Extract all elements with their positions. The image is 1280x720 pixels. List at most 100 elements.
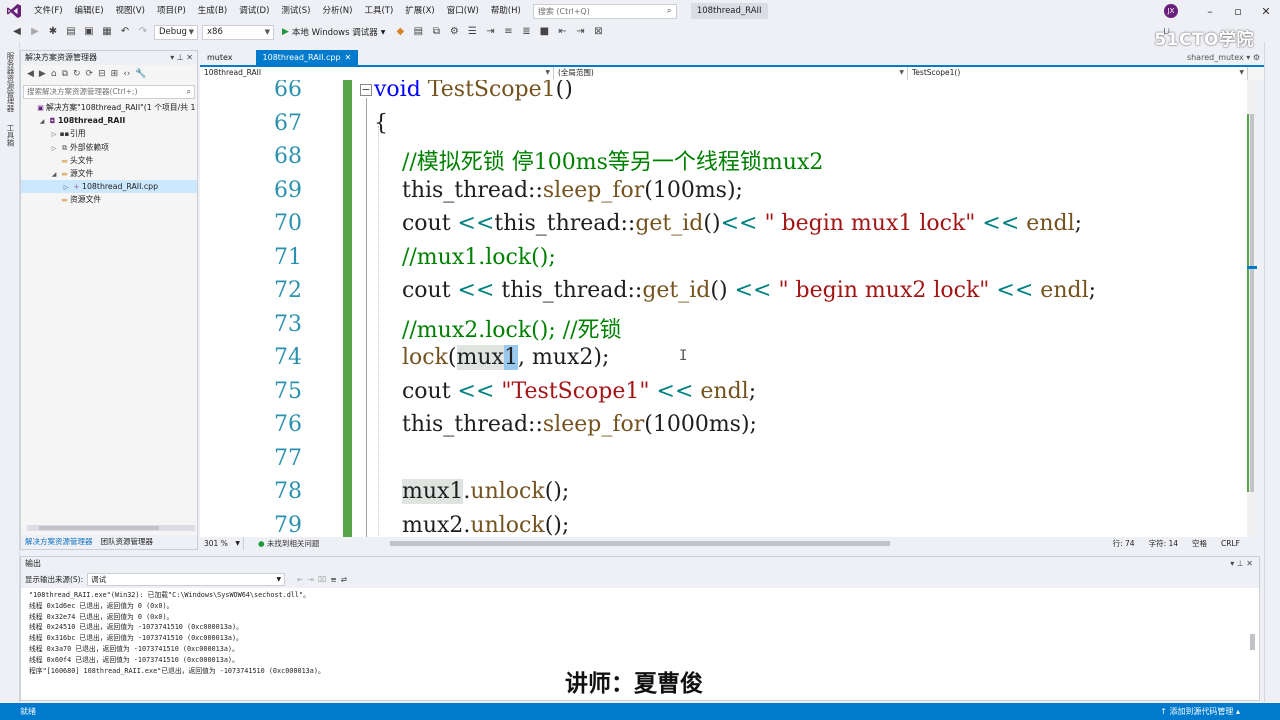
code-line[interactable]: cout << "TestScope1" << endl; [374,379,756,404]
code-line[interactable]: //mux1.lock(); [374,245,556,270]
switch-views-icon[interactable]: ⧉ [62,69,68,79]
minimize-icon[interactable]: – [1196,5,1224,18]
scope-nav-select[interactable]: (全局范围) ▼ [554,67,908,80]
menu-item-8[interactable]: 工具(T) [358,0,399,22]
forward-icon[interactable]: ▶ [39,69,46,79]
tab-shared-mutex[interactable]: shared_mutex [1187,53,1244,62]
menu-item-11[interactable]: 帮助(H) [485,0,527,22]
solution-search-input[interactable]: 搜索解决方案资源管理器(Ctrl+;) ⌕ [23,85,195,99]
menu-item-9[interactable]: 扩展(X) [399,0,440,22]
align-icon[interactable]: ☰ [465,25,479,39]
chevron-down-icon[interactable]: ▾ [1246,53,1250,62]
code-line[interactable]: void TestScope1() [374,80,573,102]
platform-select[interactable]: x86 ▼ [202,24,274,40]
save-all-icon[interactable]: ▦ [100,25,114,39]
expand-arrow-icon[interactable]: ▷ [49,128,59,141]
indent-icon[interactable]: ⇥ [483,25,497,39]
tree-item[interactable]: ▷ ⧉ 外部依赖项 [21,141,197,154]
expand-arrow-icon[interactable]: ◢ [37,115,47,128]
home-icon[interactable]: ⌂ [51,69,57,79]
toggle-wrap-icon[interactable]: ⇌ [341,575,347,584]
code-line[interactable]: cout <<this_thread::get_id()<< " begin m… [374,211,1082,236]
toolbox-tab[interactable]: 工具箱 [5,124,16,147]
glyph-margin[interactable] [200,80,238,537]
code-line[interactable]: this_thread::sleep_for(1000ms); [374,412,757,437]
code-line[interactable]: lock(mux1, mux2); [374,345,609,370]
menu-item-1[interactable]: 编辑(E) [69,0,110,22]
close-icon[interactable]: ✕ [1252,5,1280,18]
show-all-files-icon[interactable]: ⊞ [111,69,119,79]
menu-item-7[interactable]: 分析(N) [316,0,358,22]
eol-indicator[interactable]: CRLF [1221,537,1240,550]
clear-bookmarks-icon[interactable]: ⊠ [591,25,605,39]
tree-item[interactable]: ▬ 头文件 [21,154,197,167]
tree-item[interactable]: ◢ ◘ 108thread_RAII [21,114,197,127]
tree-item[interactable]: ◢ ▬ 源文件 [21,167,197,180]
add-to-source-control-button[interactable]: ↑ 添加到源代码管理 ▴ [1160,703,1240,720]
tab-mutex[interactable]: mutex [200,50,240,65]
code-editor[interactable]: 66 67 68 69 70 71 72 73 74 75 76 77 78 79 − void Test… [200,80,1247,537]
tree-item[interactable]: ▷ ▪▪引用 [21,127,197,140]
menu-item-2[interactable]: 视图(V) [110,0,151,22]
close-icon[interactable]: ✕ [186,53,193,62]
tab-108thread-raii-cpp[interactable]: 108thread_RAII.cpp ✕ [255,50,359,65]
bookmark-icon[interactable]: ■ [537,25,551,39]
collapse-outline-icon[interactable]: − [360,84,372,96]
maximize-icon[interactable]: ▫ [1224,5,1252,18]
sync-icon[interactable]: ↻ [73,69,81,79]
wrench-icon[interactable]: 🔧 [135,69,146,79]
refresh-icon[interactable]: ⟳ [86,69,94,79]
prev-bookmark-icon[interactable]: ⇤ [555,25,569,39]
browser-icon[interactable]: ▤ [411,25,425,39]
zoom-select[interactable]: 301 % ▼ [200,537,244,550]
code-line[interactable]: //mux2.lock(); //死锁 [374,312,622,344]
find-icon[interactable]: ⧉ [429,25,443,39]
next-message-icon[interactable]: ⇥ [307,575,313,584]
output-source-select[interactable]: 调试 ▼ [87,573,286,586]
code-line[interactable]: //模拟死锁 停100ms等另一个线程锁mux2 [374,144,823,176]
project-nav-select[interactable]: 108thread_RAII ▼ [200,67,554,80]
tree-item[interactable]: ▷ +108thread_RAII.cpp [21,180,197,194]
save-icon[interactable]: ▣ [82,25,96,39]
menu-item-4[interactable]: 生成(B) [192,0,233,22]
close-tab-icon[interactable]: ✕ [345,53,352,62]
expand-arrow-icon[interactable]: ▷ [49,142,59,155]
tab-team-explorer[interactable]: 团队资源管理器 [97,535,158,549]
new-project-icon[interactable]: ✱ [46,25,60,39]
editor-vertical-scrollbar[interactable] [1247,80,1257,537]
menu-item-0[interactable]: 文件(F) [28,0,69,22]
tree-item[interactable]: ▣ 解决方案"108thread_RAII"(1 个项目/共 1 [21,101,197,114]
pin-icon[interactable]: ⊥ [1237,559,1244,568]
uncomment-icon[interactable]: ≣ [519,25,533,39]
output-vertical-scrollbar[interactable] [1247,589,1257,699]
menu-item-3[interactable]: 项目(P) [151,0,192,22]
dropdown-icon[interactable]: ▾ [170,53,174,62]
clear-all-icon[interactable]: ⌧ [318,575,327,584]
word-wrap-icon[interactable]: ≡ [330,575,336,584]
undo-icon[interactable]: ↶ [118,25,132,39]
code-line[interactable]: mux1.unlock(); [374,479,569,504]
back-icon[interactable]: ◀ [10,25,24,39]
comment-icon[interactable]: ≡ [501,25,515,39]
start-debugging-button[interactable]: ▶ 本地 Windows 调试器 ▼ [278,26,389,38]
member-nav-select[interactable]: TestScope1() ▼ [908,67,1248,80]
editor-horizontal-scrollbar[interactable] [390,541,890,546]
back-icon[interactable]: ◀ [27,69,34,79]
code-line[interactable]: this_thread::sleep_for(100ms); [374,178,743,203]
quick-search-input[interactable]: 搜索 (Ctrl+Q) ⌕ [532,3,677,19]
expand-arrow-icon[interactable]: ◢ [49,168,59,181]
code-line[interactable]: mux2.unlock(); [374,513,569,538]
collapse-all-icon[interactable]: ⊟ [98,69,106,79]
code-line[interactable]: cout << this_thread::get_id() << " begin… [374,278,1096,303]
fire-icon[interactable]: ◆ [393,25,407,39]
pin-icon[interactable]: ⊥ [177,53,184,62]
issues-indicator[interactable]: ● 未找到相关问题 [244,537,319,550]
dropdown-icon[interactable]: ▾ [1230,559,1234,568]
server-explorer-tab[interactable]: 服务器资源管理器 [5,52,16,112]
tools-icon[interactable]: ⚙ [447,25,461,39]
settings-icon[interactable]: ⚙ [1253,53,1260,62]
menu-item-10[interactable]: 窗口(W) [441,0,485,22]
code-view-icon[interactable]: ‹› [123,69,130,79]
solution-horizontal-scrollbar[interactable] [27,525,195,531]
whitespace-indicator[interactable]: 空格 [1192,537,1207,550]
